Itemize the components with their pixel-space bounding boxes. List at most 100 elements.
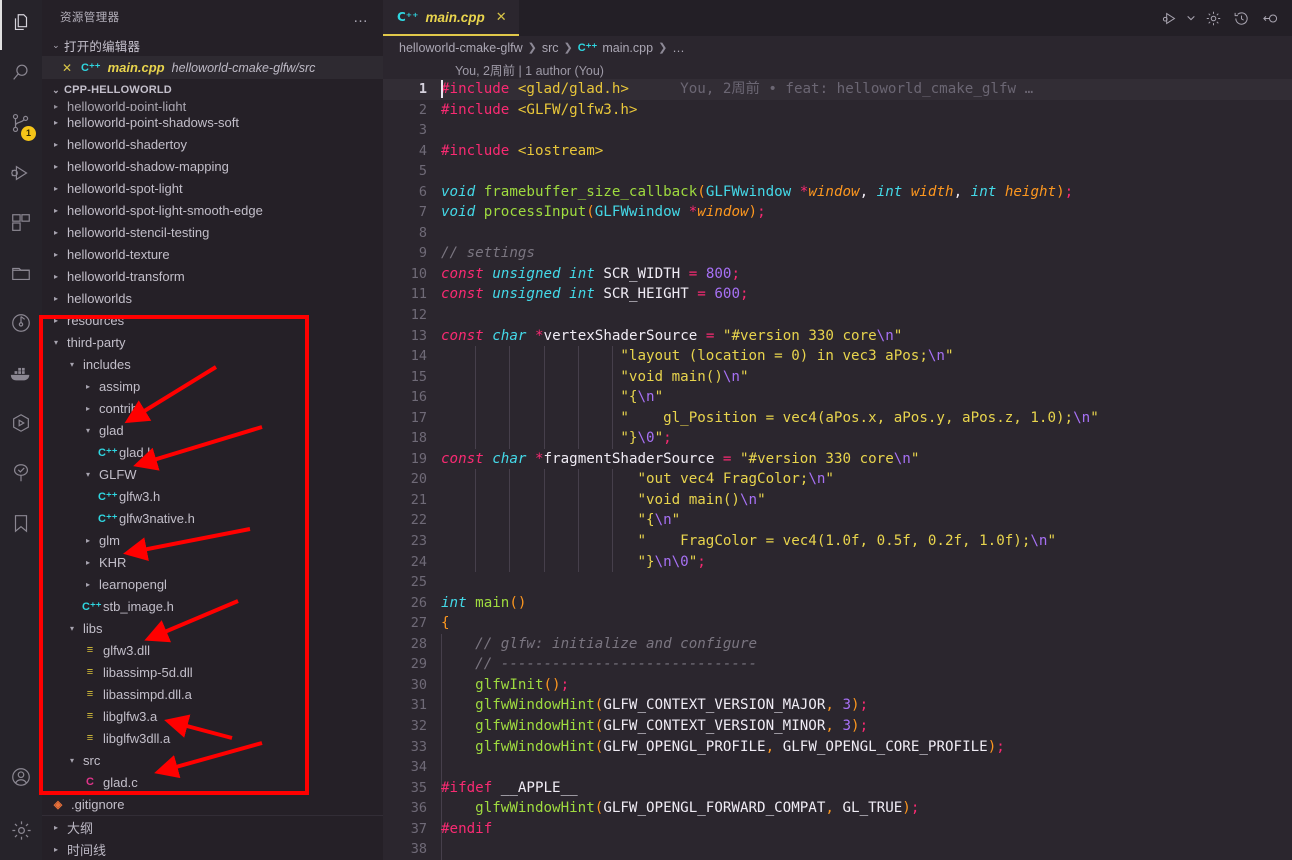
code-line[interactable]: 21 "void main()\n" <box>383 490 1292 511</box>
activity-item-git-graph[interactable] <box>0 300 42 350</box>
code-line[interactable]: 24 "}\n\0"; <box>383 552 1292 573</box>
tree-item-helloworld-point-light[interactable]: ▸ helloworld-point-light <box>42 101 383 111</box>
code-line[interactable]: 29 // ------------------------------ <box>383 654 1292 675</box>
tree-item-libassimpd-dll-a[interactable]: ≡ libassimpd.dll.a <box>42 683 383 705</box>
code-line[interactable]: 17 " gl_Position = vec4(aPos.x, aPos.y, … <box>383 408 1292 429</box>
split-editor-icon[interactable] <box>1256 5 1282 31</box>
code-line[interactable]: 15 "void main()\n" <box>383 367 1292 388</box>
code-line[interactable]: 11 const unsigned int SCR_HEIGHT = 600; <box>383 284 1292 305</box>
code-line[interactable]: 32 glfwWindowHint(GLFW_CONTEXT_VERSION_M… <box>383 716 1292 737</box>
code-line[interactable]: 8 <box>383 223 1292 244</box>
settings-gear-icon[interactable] <box>1200 5 1226 31</box>
code-line[interactable]: 28 // glfw: initialize and configure <box>383 634 1292 655</box>
tree-item-glfw3-dll[interactable]: ≡ glfw3.dll <box>42 639 383 661</box>
breadcrumb-item-file[interactable]: main.cpp <box>602 41 653 55</box>
code-line[interactable]: 33 glfwWindowHint(GLFW_OPENGL_PROFILE, G… <box>383 737 1292 758</box>
code-line[interactable]: 20 "out vec4 FragColor;\n" <box>383 469 1292 490</box>
tree-item-helloworld-spot-light[interactable]: ▸ helloworld-spot-light <box>42 177 383 199</box>
tree-item-glad-c[interactable]: Cglad.c <box>42 771 383 793</box>
code-line[interactable]: 36 glfwWindowHint(GLFW_OPENGL_FORWARD_CO… <box>383 798 1292 819</box>
tree-item-assimp[interactable]: ▸ assimp <box>42 375 383 397</box>
activity-item-remote-explorer[interactable] <box>0 250 42 300</box>
activity-item-search[interactable] <box>0 50 42 100</box>
code-line[interactable]: 18 "}\0"; <box>383 428 1292 449</box>
code-line[interactable]: 12 <box>383 305 1292 326</box>
code-line[interactable]: 2 #include <GLFW/glfw3.h> <box>383 100 1292 121</box>
tree-item-contrib[interactable]: ▸ contrib <box>42 397 383 419</box>
tree-item-helloworld-spot-light-smooth-edge[interactable]: ▸ helloworld-spot-light-smooth-edge <box>42 199 383 221</box>
tree-item-includes[interactable]: ▾ includes <box>42 353 383 375</box>
tree-item-helloworld-shadertoy[interactable]: ▸ helloworld-shadertoy <box>42 133 383 155</box>
activity-item-docker[interactable] <box>0 350 42 400</box>
code-line[interactable]: 30 glfwInit(); <box>383 675 1292 696</box>
activity-item-container[interactable] <box>0 400 42 450</box>
breadcrumb-item-src[interactable]: src <box>542 41 559 55</box>
code-line[interactable]: 34 <box>383 757 1292 778</box>
tree-item-helloworlds[interactable]: ▸ helloworlds <box>42 287 383 309</box>
tree-item-stb-image-h[interactable]: C⁺⁺ stb_image.h <box>42 595 383 617</box>
code-line[interactable]: 26 int main() <box>383 593 1292 614</box>
tree-item-learnopengl[interactable]: ▸ learnopengl <box>42 573 383 595</box>
tree-item-khr[interactable]: ▸ KHR <box>42 551 383 573</box>
tree-item-libglfw3dll-a[interactable]: ≡ libglfw3dll.a <box>42 727 383 749</box>
code-line[interactable]: 3 <box>383 120 1292 141</box>
code-line[interactable]: 4 #include <iostream> <box>383 141 1292 162</box>
activity-item-bookmarks[interactable] <box>0 500 42 550</box>
tree-item-resources[interactable]: ▸ resources <box>42 309 383 331</box>
tree-item-helloworld-stencil-testing[interactable]: ▸ helloworld-stencil-testing <box>42 221 383 243</box>
timeline-history-icon[interactable] <box>1228 5 1254 31</box>
code-line[interactable]: 5 <box>383 161 1292 182</box>
code-editor[interactable]: 1 #include <glad/glad.h> You, 2周前 • feat:… <box>383 79 1292 860</box>
code-line[interactable]: 6 void framebuffer_size_callback(GLFWwind… <box>383 182 1292 203</box>
tree-item-glfw3-h[interactable]: C⁺⁺ glfw3.h <box>42 485 383 507</box>
activity-item-test-explorer[interactable] <box>0 450 42 500</box>
activity-item-extensions[interactable] <box>0 200 42 250</box>
run-or-debug-icon[interactable] <box>1156 5 1182 31</box>
tree-item-libs[interactable]: ▾ libs <box>42 617 383 639</box>
sidebar-more-actions-button[interactable]: … <box>353 9 369 26</box>
code-line[interactable]: 1 #include <glad/glad.h> You, 2周前 • feat:… <box>383 79 1292 100</box>
activity-item-explorer[interactable] <box>0 0 42 50</box>
activity-item-run-debug[interactable] <box>0 150 42 200</box>
panel-outline[interactable]: ▸ 大纲 <box>42 816 383 838</box>
code-line[interactable]: 19 const char *fragmentShaderSource = "#v… <box>383 449 1292 470</box>
file-tree[interactable]: ▸ helloworld-point-light ▸ helloworld-point… <box>42 101 383 815</box>
tree-item-glm[interactable]: ▸ glm <box>42 529 383 551</box>
code-line[interactable]: 35 #ifdef __APPLE__ <box>383 778 1292 799</box>
tree-item-glad-h[interactable]: C⁺⁺ glad.h <box>42 441 383 463</box>
close-icon[interactable]: ✕ <box>496 10 507 25</box>
activity-item-accounts[interactable] <box>0 754 42 804</box>
open-editor-item-main-cpp[interactable]: ✕ C⁺⁺ main.cpp helloworld-cmake-glfw/src <box>42 56 383 79</box>
tree-item-src[interactable]: ▾ src <box>42 749 383 771</box>
code-line[interactable]: 22 "{\n" <box>383 510 1292 531</box>
activity-item-manage-settings[interactable] <box>0 804 42 860</box>
code-line[interactable]: 37 #endif <box>383 819 1292 840</box>
activity-item-source-control[interactable]: 1 <box>0 100 42 150</box>
tree-item-gitignore[interactable]: ◈ .gitignore <box>42 793 383 815</box>
tree-item-helloworld-transform[interactable]: ▸ helloworld-transform <box>42 265 383 287</box>
tree-item-glfw3native-h[interactable]: C⁺⁺ glfw3native.h <box>42 507 383 529</box>
code-line[interactable]: 25 <box>383 572 1292 593</box>
code-line[interactable]: 7 void processInput(GLFWwindow *window); <box>383 202 1292 223</box>
code-line[interactable]: 10 const unsigned int SCR_WIDTH = 800; <box>383 264 1292 285</box>
chevron-down-icon[interactable] <box>1184 5 1198 31</box>
panel-timeline[interactable]: ▸ 时间线 <box>42 838 383 860</box>
code-line[interactable]: 31 glfwWindowHint(GLFW_CONTEXT_VERSION_M… <box>383 695 1292 716</box>
tree-item-helloworld-texture[interactable]: ▸ helloworld-texture <box>42 243 383 265</box>
tree-item-third-party[interactable]: ▾ third-party <box>42 331 383 353</box>
code-line[interactable]: 16 "{\n" <box>383 387 1292 408</box>
tree-item-helloworld-point-shadows-soft[interactable]: ▸ helloworld-point-shadows-soft <box>42 111 383 133</box>
close-icon[interactable]: ✕ <box>62 61 74 75</box>
tree-item-glfw[interactable]: ▾ GLFW <box>42 463 383 485</box>
breadcrumb-item-symbols[interactable]: … <box>672 41 685 55</box>
section-open-editors[interactable]: ⌄ 打开的编辑器 <box>42 34 383 56</box>
code-lines[interactable]: 1 #include <glad/glad.h> You, 2周前 • feat:… <box>383 79 1292 860</box>
code-line[interactable]: 13 const char *vertexShaderSource = "#ver… <box>383 326 1292 347</box>
tree-item-libassimp-5d-dll[interactable]: ≡ libassimp-5d.dll <box>42 661 383 683</box>
tree-item-glad[interactable]: ▾ glad <box>42 419 383 441</box>
tree-item-helloworld-shadow-mapping[interactable]: ▸ helloworld-shadow-mapping <box>42 155 383 177</box>
tab-main-cpp[interactable]: C⁺⁺ main.cpp ✕ <box>383 0 519 36</box>
code-line[interactable]: 38 <box>383 839 1292 860</box>
code-line[interactable]: 14 "layout (location = 0) in vec3 aPos;\… <box>383 346 1292 367</box>
tree-item-libglfw3-a[interactable]: ≡ libglfw3.a <box>42 705 383 727</box>
